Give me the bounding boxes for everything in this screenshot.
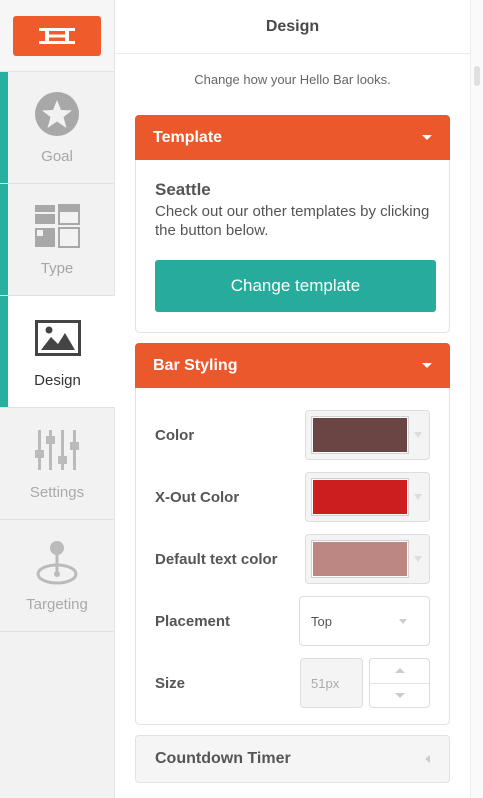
app-root: Goal Type Design Settings Targeting Desi… [0,0,483,798]
sidebar-item-goal[interactable]: Goal [0,72,114,184]
color-label: Color [155,426,195,444]
bar-styling-panel-header[interactable]: Bar Styling [135,343,450,388]
sidebar-item-settings[interactable]: Settings [0,408,114,520]
template-panel-title: Template [153,128,223,146]
caret-down-icon [422,135,432,140]
image-icon [34,314,82,362]
chevron-down-icon [414,494,422,500]
sidebar-item-label: Settings [29,484,85,501]
size-increment-button[interactable] [370,659,429,683]
template-name: Seattle [155,180,211,199]
chevron-down-icon [399,618,407,624]
star-icon [33,90,81,138]
change-template-button[interactable]: Change template [155,260,436,312]
chevron-down-icon [414,432,422,438]
bar-styling-body: Color X-Out Color Default text color Pla… [136,388,449,724]
chevron-down-icon [414,556,422,562]
xout-color-row: X-Out Color [155,466,430,528]
xout-color-picker[interactable] [305,472,430,522]
text-color-swatch [311,540,409,578]
countdown-timer-panel[interactable]: Countdown Timer [135,735,450,783]
placement-select[interactable]: Top [299,596,430,646]
sidebar-item-label: Design [34,372,81,389]
caret-left-icon [425,755,430,763]
chevron-up-icon [394,668,405,674]
page-subtitle: Change how your Hello Bar looks. [194,72,391,87]
sidebar-item-label: Targeting [26,596,88,613]
page-title: Design [115,0,470,54]
xout-color-label: X-Out Color [155,488,240,506]
template-panel-header[interactable]: Template [135,115,450,160]
placement-value: Top [311,613,332,629]
sidebar: Goal Type Design Settings Targeting [0,0,115,798]
hello-bar-logo-icon [39,27,75,44]
hello-bar-logo[interactable] [13,15,101,56]
template-description: Check out our other templates by clickin… [155,203,430,239]
chevron-down-icon [394,692,405,698]
countdown-timer-title: Countdown Timer [155,750,291,767]
sidebar-item-label: Type [40,260,74,277]
placement-row: Placement Top [155,590,430,652]
text-color-row: Default text color [155,528,430,590]
template-panel: Template Seattle Check out our other tem… [135,115,450,333]
caret-down-icon [422,363,432,368]
color-picker[interactable] [305,410,430,460]
size-decrement-button[interactable] [370,682,429,708]
color-row: Color [155,404,430,466]
text-color-label: Default text color [155,550,278,568]
xout-color-swatch [311,478,409,516]
scrollbar-thumb[interactable] [474,66,480,86]
bar-styling-panel: Bar Styling Color X-Out Color Default te… [135,343,450,725]
sliders-icon [33,426,81,474]
color-swatch [311,416,409,454]
sidebar-item-design[interactable]: Design [0,296,115,408]
layout-icon [33,202,81,250]
placement-label: Placement [155,612,231,630]
design-panel: Design Change how your Hello Bar looks. … [115,0,470,798]
template-body: Seattle Check out our other templates by… [136,160,449,332]
bar-styling-panel-title: Bar Styling [153,356,238,374]
logo-area [0,0,114,72]
sidebar-item-label: Goal [41,148,73,165]
size-input[interactable]: 51px [300,658,363,708]
target-pin-icon [33,538,81,586]
size-label: Size [155,674,186,692]
text-color-picker[interactable] [305,534,430,584]
size-row: Size 51px [155,652,430,714]
size-control: 51px [300,658,430,708]
size-stepper[interactable] [369,658,430,708]
sidebar-item-targeting[interactable]: Targeting [0,520,114,632]
sidebar-item-type[interactable]: Type [0,184,114,296]
scrollbar[interactable] [470,0,483,798]
